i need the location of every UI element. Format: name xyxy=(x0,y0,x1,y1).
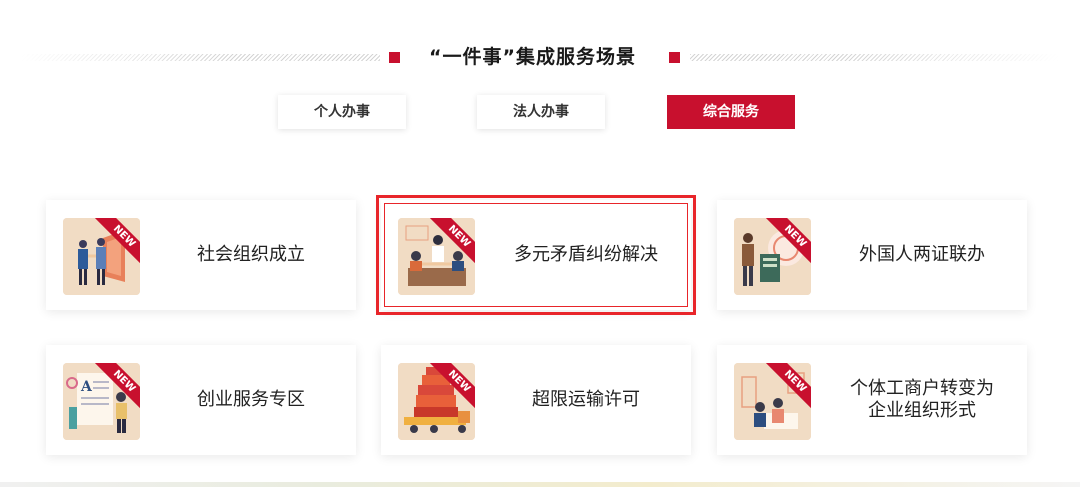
service-card-startup[interactable]: A NEW 创业服务专区 xyxy=(46,345,356,455)
tab-comprehensive[interactable]: 综合服务 xyxy=(667,95,795,129)
service-card-label: 个体工商户转变为企业组织形式 xyxy=(850,378,994,421)
service-card-foreigner-permits[interactable]: NEW 外国人两证联办 xyxy=(717,200,1027,310)
decorative-stripe-left xyxy=(20,54,380,61)
service-card-label: 多元矛盾纠纷解决 xyxy=(514,244,658,265)
mediation-meeting-icon: NEW xyxy=(398,218,475,295)
decorative-stripe-right xyxy=(690,54,1060,61)
section-title: “一件事”集成服务场景 xyxy=(429,46,636,68)
svg-text:A: A xyxy=(80,379,93,395)
startup-document-icon: A NEW xyxy=(63,363,140,440)
service-card-oversize-transport[interactable]: NEW 超限运输许可 xyxy=(381,345,691,455)
section-header: “一件事”集成服务场景 xyxy=(0,38,1080,78)
decorative-square-left xyxy=(389,52,400,63)
service-card-business-transform[interactable]: NEW 个体工商户转变为企业组织形式 xyxy=(717,345,1027,455)
foreigner-documents-icon: NEW xyxy=(734,218,811,295)
service-card-dispute-resolution[interactable]: NEW 多元矛盾纠纷解决 xyxy=(376,195,696,315)
business-transform-icon: NEW xyxy=(734,363,811,440)
tab-personal[interactable]: 个人办事 xyxy=(278,95,406,129)
bottom-divider xyxy=(0,482,1080,487)
decorative-square-right xyxy=(669,52,680,63)
oversize-truck-icon: NEW xyxy=(398,363,475,440)
service-card-label: 超限运输许可 xyxy=(532,389,640,410)
business-handshake-icon: NEW xyxy=(63,218,140,295)
service-card-label: 创业服务专区 xyxy=(197,389,305,410)
service-card-label: 社会组织成立 xyxy=(197,244,305,265)
service-card-label: 外国人两证联办 xyxy=(859,244,985,265)
tab-legal-entity[interactable]: 法人办事 xyxy=(477,95,605,129)
service-card-social-org[interactable]: NEW 社会组织成立 xyxy=(46,200,356,310)
